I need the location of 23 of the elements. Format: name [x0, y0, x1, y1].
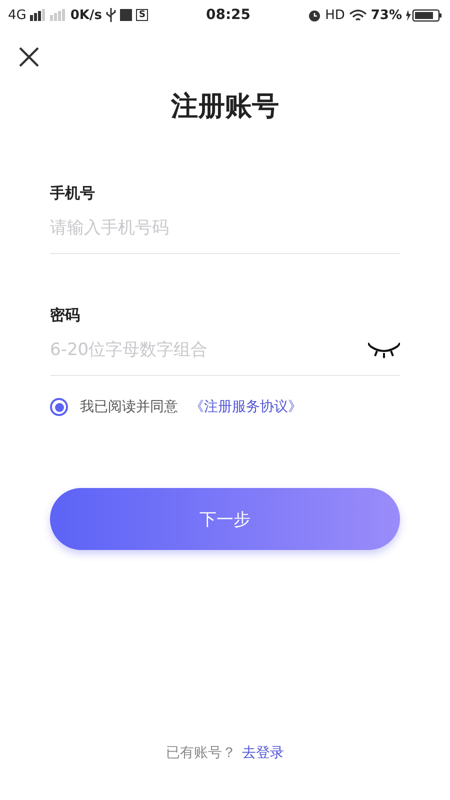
- login-link[interactable]: 去登录: [242, 744, 284, 762]
- agree-text: 我已阅读并同意: [80, 398, 178, 416]
- agreement-link[interactable]: 《注册服务协议》: [190, 398, 302, 416]
- alarm-icon: [308, 8, 322, 22]
- agree-radio[interactable]: [50, 398, 68, 416]
- footer-text: 已有账号？: [166, 744, 236, 762]
- clock: 08:25: [206, 7, 251, 23]
- signal-icon: [30, 9, 46, 21]
- battery-percent: 73%: [370, 8, 402, 22]
- next-button[interactable]: 下一步: [50, 488, 400, 550]
- signal-icon: [50, 9, 66, 21]
- usb-icon: [106, 8, 116, 22]
- battery-icon: [406, 8, 442, 22]
- field-label: 密码: [50, 306, 81, 325]
- close-button[interactable]: [18, 46, 40, 68]
- page-title: 注册账号: [170, 90, 280, 124]
- network-speed: 0K/s: [70, 8, 102, 22]
- network-type: 4G: [8, 8, 26, 22]
- sim-icon: S: [136, 9, 148, 21]
- hd-indicator: HD: [325, 8, 345, 22]
- field-label: 手机号: [50, 184, 96, 203]
- wifi-icon: [348, 8, 367, 22]
- closed-eye-icon[interactable]: [368, 342, 400, 358]
